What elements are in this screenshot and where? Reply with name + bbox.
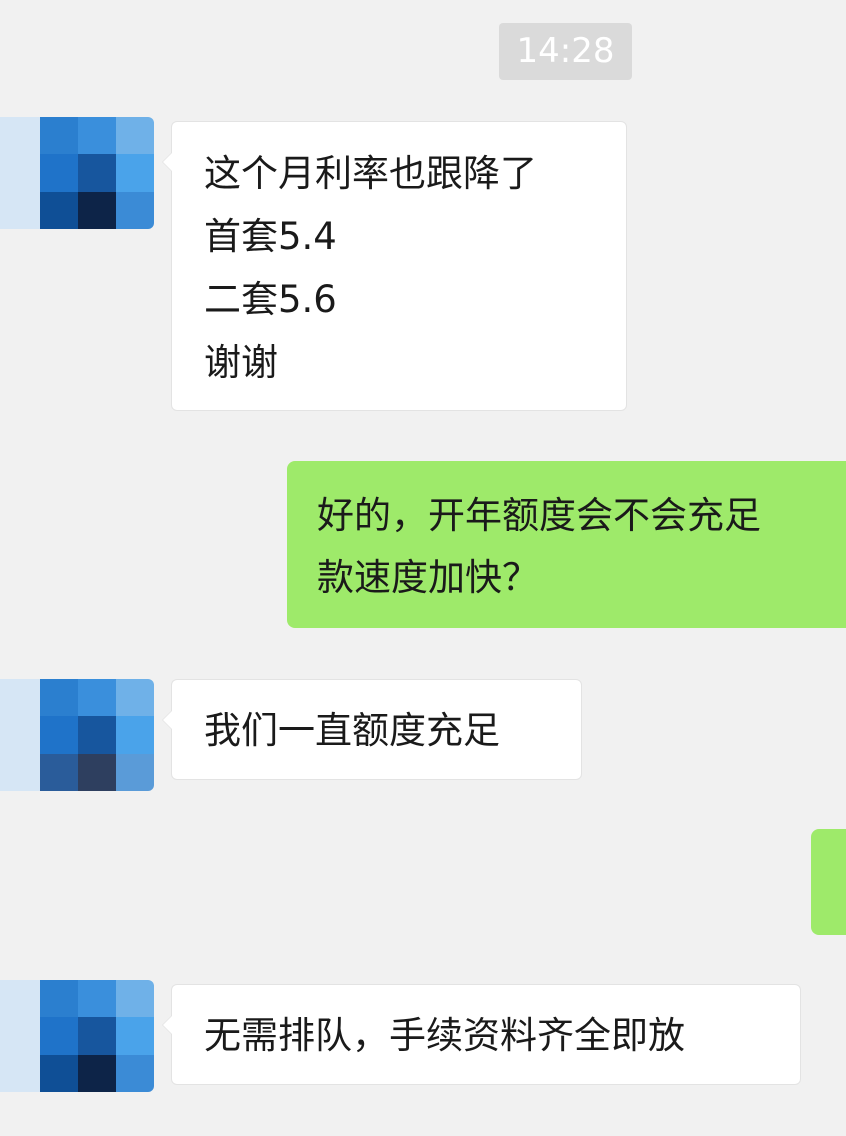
message-text-line: 这个月利率也跟降了	[204, 152, 537, 195]
message-text-line: 谢谢	[204, 341, 278, 384]
message-text-line: 首套5.4	[204, 215, 337, 258]
message-timestamp: 14:28	[499, 23, 632, 80]
message-text-line: 我们一直额度充足	[204, 709, 500, 752]
contact-avatar[interactable]	[0, 679, 154, 791]
message-text-line: 好的，开年额度会不会充足	[317, 494, 761, 537]
contact-avatar[interactable]	[0, 117, 154, 229]
message-text-line: 无需排队，手续资料齐全即放	[204, 1014, 685, 1057]
incoming-message-bubble[interactable]: 这个月利率也跟降了 首套5.4 二套5.6 谢谢	[162, 121, 627, 411]
contact-avatar[interactable]	[0, 980, 154, 1092]
incoming-message-bubble[interactable]: 无需排队，手续资料齐全即放	[162, 984, 801, 1085]
incoming-message-bubble[interactable]: 我们一直额度充足	[162, 679, 582, 780]
outgoing-message-bubble[interactable]	[811, 829, 846, 935]
message-text-line: 款速度加快？	[317, 556, 539, 599]
message-text-line: 二套5.6	[204, 278, 337, 321]
chat-area[interactable]: 14:28 这个月利率也跟降了 首套5.4 二套5.6 谢谢 好的，开年额度会不…	[0, 0, 846, 1136]
outgoing-message-bubble[interactable]: 好的，开年额度会不会充足 款速度加快？	[287, 461, 846, 628]
